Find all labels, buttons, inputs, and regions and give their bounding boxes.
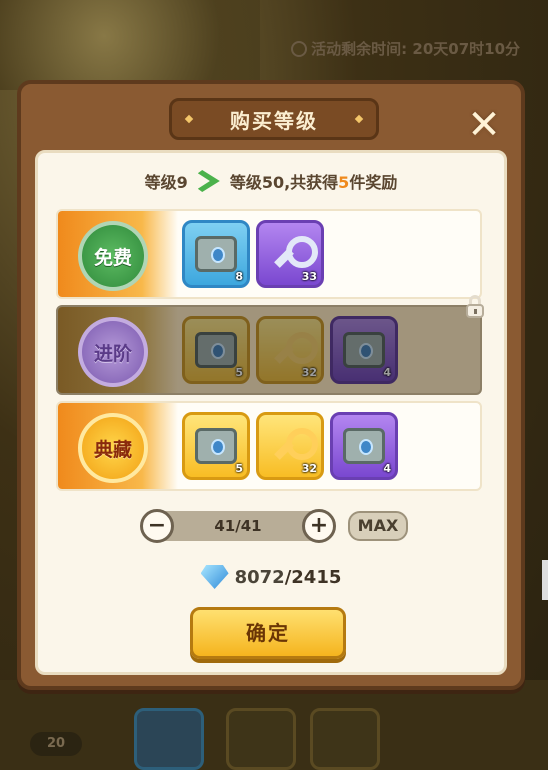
lock-icon	[464, 295, 486, 319]
level-summary: 等级9 等级50,共获得5件奖励	[38, 169, 504, 193]
reward-qty: 32	[301, 366, 317, 379]
chest-icon	[343, 428, 385, 464]
to-level-text: 等级50,共获得5件奖励	[229, 173, 398, 192]
chest-icon	[343, 332, 385, 368]
dialog-content: 等级9 等级50,共获得5件奖励 免费 8 33 进阶 5 32 4 典藏 5 …	[35, 150, 507, 675]
reward-qty: 4	[383, 462, 391, 475]
key-icon	[270, 330, 318, 370]
dialog-title: 购买等级	[169, 98, 379, 140]
reward-count: 5	[338, 173, 350, 192]
close-icon[interactable]: ✕	[467, 105, 501, 145]
background-art	[0, 0, 260, 90]
reward-item[interactable]: 5	[182, 412, 250, 480]
cost-text: 8072/2415	[234, 566, 342, 588]
reward-qty: 5	[235, 366, 243, 379]
from-level: 等级9	[144, 173, 188, 192]
reward-item[interactable]: 33	[256, 220, 324, 288]
reward-item[interactable]: 8	[182, 220, 250, 288]
key-icon	[270, 426, 318, 466]
background-edge	[542, 560, 548, 600]
tier-row-collector: 典藏 5 32 4	[56, 401, 482, 491]
key-icon	[270, 234, 318, 274]
event-timer-text: 活动剩余时间: 20天07时10分	[311, 40, 520, 58]
reward-item[interactable]: 4	[330, 316, 398, 384]
chest-icon	[195, 332, 237, 368]
background-reward-slot	[226, 708, 296, 770]
reward-item[interactable]: 32	[256, 316, 324, 384]
reward-item[interactable]: 5	[182, 316, 250, 384]
tier-row-free: 免费 8 33	[56, 209, 482, 299]
buy-level-dialog: 购买等级 ✕ 等级9 等级50,共获得5件奖励 免费 8 33 进阶 5 32 …	[17, 80, 525, 690]
background-level-chip: 20	[30, 732, 82, 756]
reward-qty: 33	[301, 270, 317, 283]
reward-item[interactable]: 4	[330, 412, 398, 480]
close-button[interactable]: ✕	[463, 104, 505, 146]
reward-qty: 5	[235, 462, 243, 475]
event-timer: 活动剩余时间: 20天07时10分	[291, 38, 520, 59]
arrow-right-icon	[197, 170, 220, 192]
background-reward-slot	[310, 708, 380, 770]
chest-icon	[195, 428, 237, 464]
tier-badge-collector: 典藏	[78, 413, 148, 483]
max-button[interactable]: MAX	[348, 511, 408, 541]
confirm-button[interactable]: 确定	[190, 607, 346, 659]
chest-icon	[195, 236, 237, 272]
reward-qty: 4	[383, 366, 391, 379]
cost-display: 8072/2415	[38, 565, 504, 589]
clock-icon	[291, 40, 308, 57]
reward-qty: 32	[301, 462, 317, 475]
increment-button[interactable]: +	[302, 509, 336, 543]
reward-qty: 8	[235, 270, 243, 283]
diamond-icon	[200, 565, 229, 589]
tier-row-advanced: 进阶 5 32 4	[56, 295, 484, 395]
tier-badge-free: 免费	[78, 221, 148, 291]
level-stepper: − 41/41 +	[140, 509, 336, 543]
reward-item[interactable]: 32	[256, 412, 324, 480]
background-reward-slot	[134, 708, 204, 770]
tier-badge-advanced: 进阶	[78, 317, 148, 387]
